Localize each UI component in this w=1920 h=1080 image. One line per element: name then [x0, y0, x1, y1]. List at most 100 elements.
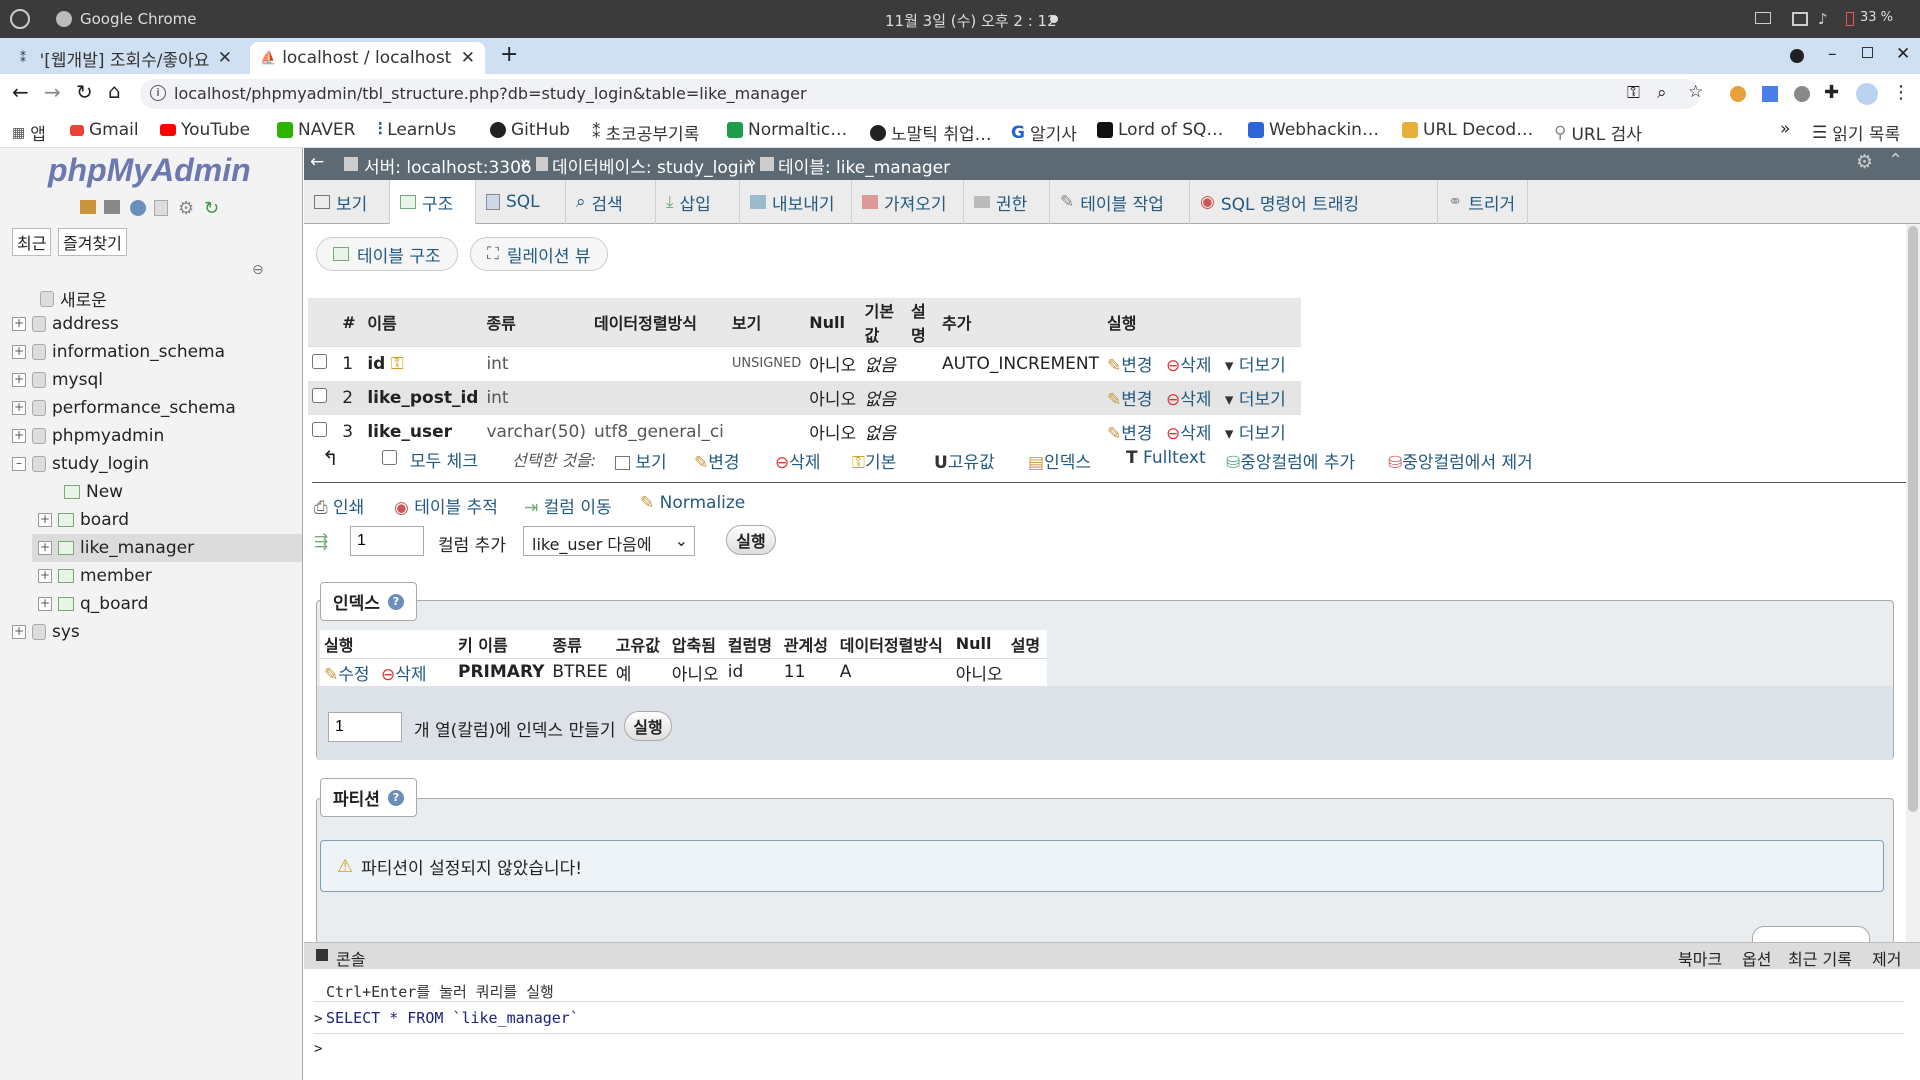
- change-link[interactable]: ✎변경: [1107, 424, 1153, 444]
- bookmark-urldecode[interactable]: URL Decod…: [1402, 120, 1533, 140]
- header-cell[interactable]: 종류: [482, 298, 590, 347]
- header-cell[interactable]: Null: [805, 298, 861, 347]
- bookmark-algisa[interactable]: G 알기사: [1011, 120, 1077, 146]
- add-column-position-select[interactable]: like_user 다음에 ⌄: [523, 526, 695, 556]
- pma-logo[interactable]: phpMyAdmin: [48, 152, 251, 189]
- extension-globe-icon[interactable]: [1794, 86, 1810, 102]
- bulk-unique[interactable]: U고유값: [934, 448, 995, 473]
- close-icon[interactable]: ✕: [218, 48, 232, 68]
- window-icon[interactable]: [1792, 12, 1808, 26]
- tab-sql[interactable]: SQL: [476, 180, 566, 224]
- tab-triggers[interactable]: ⚭ 트리거: [1438, 180, 1528, 224]
- print-link[interactable]: ⎙ 인쇄: [314, 493, 364, 518]
- volume-icon[interactable]: ♪: [1818, 10, 1828, 28]
- bookmark-youtube[interactable]: YouTube: [160, 120, 250, 140]
- more-link[interactable]: ▾ 더보기: [1225, 356, 1286, 376]
- home-icon[interactable]: [80, 200, 96, 214]
- tab-export[interactable]: 내보내기: [740, 180, 852, 224]
- tree-table-like-manager[interactable]: + like_manager: [38, 538, 194, 558]
- star-icon[interactable]: ☆: [1688, 82, 1703, 102]
- tree-db-mysql[interactable]: + mysql: [12, 370, 103, 390]
- header-cell[interactable]: 이름: [363, 298, 483, 347]
- key-icon[interactable]: ⚿: [1627, 83, 1640, 103]
- check-all-checkbox[interactable]: [382, 450, 397, 470]
- console-options[interactable]: 옵션: [1742, 946, 1771, 970]
- close-icon[interactable]: ✕: [461, 48, 475, 68]
- extension-cookie-icon[interactable]: [1730, 86, 1746, 102]
- collapse-nav-icon[interactable]: ←: [310, 152, 324, 172]
- forward-icon[interactable]: →: [44, 80, 61, 104]
- tree-db-address[interactable]: + address: [12, 314, 119, 334]
- header-cell[interactable]: 추가: [938, 298, 1104, 347]
- console-query[interactable]: SELECT * FROM `like_manager`: [326, 1009, 579, 1027]
- help-icon[interactable]: [130, 200, 146, 216]
- bookmark-urlcheck[interactable]: ⚲ URL 검사: [1554, 120, 1642, 146]
- expand-icon[interactable]: +: [38, 513, 52, 527]
- expand-icon[interactable]: +: [12, 317, 26, 331]
- change-link[interactable]: ✎변경: [1107, 356, 1153, 376]
- bookmark-webhacking[interactable]: Webhackin…: [1248, 120, 1379, 140]
- restore-icon[interactable]: [1862, 47, 1873, 58]
- reload-nav-icon[interactable]: ↻: [204, 198, 219, 219]
- tree-table-q-board[interactable]: + q_board: [38, 594, 148, 614]
- more-link[interactable]: ▾ 더보기: [1225, 424, 1286, 444]
- tab-tracking[interactable]: ◉ SQL 명령어 트래킹: [1190, 180, 1438, 224]
- subtab-relation-view[interactable]: ⛶ 릴레이션 뷰: [470, 237, 608, 271]
- tree-db-performance-schema[interactable]: + performance_schema: [12, 398, 236, 418]
- link-icon[interactable]: ⊖: [252, 262, 264, 278]
- browser-tab-1[interactable]: ⁑ '[웹개발] 조회수/좋아요 ✕: [10, 42, 242, 74]
- tree-db-sys[interactable]: + sys: [12, 622, 80, 642]
- zoom-icon[interactable]: ⌕: [1657, 83, 1667, 103]
- settings-icon[interactable]: ⚙: [178, 198, 194, 219]
- bulk-primary[interactable]: ⚿기본: [852, 448, 896, 473]
- header-cell[interactable]: 보기: [727, 298, 806, 347]
- track-table-link[interactable]: ◉ 테이블 추적: [394, 493, 498, 518]
- add-column-count-input[interactable]: [350, 526, 424, 556]
- normalize-link[interactable]: ✎ Normalize: [640, 493, 745, 513]
- expand-icon[interactable]: +: [38, 541, 52, 555]
- breadcrumb-server[interactable]: 서버: localhost:3306: [364, 153, 532, 178]
- drop-link[interactable]: ⊖삭제: [1166, 356, 1212, 376]
- tree-new[interactable]: 새로운: [16, 286, 107, 311]
- bookmark-normaltic[interactable]: Normaltic…: [727, 120, 847, 140]
- bookmark-choco[interactable]: ⁑ 초코공부기록: [592, 120, 699, 146]
- tab-search[interactable]: ⌕ 검색: [566, 180, 656, 224]
- tab-search-icon[interactable]: [1790, 49, 1804, 63]
- console-bookmarks[interactable]: 북마크: [1678, 946, 1722, 970]
- tab-insert[interactable]: ⤓ 삽입: [656, 180, 740, 224]
- tree-db-phpmyadmin[interactable]: + phpmyadmin: [12, 426, 164, 446]
- tab-import[interactable]: 가져오기: [852, 180, 964, 224]
- move-columns-link[interactable]: ⇥ 컬럼 이동: [524, 493, 612, 518]
- close-window-icon[interactable]: ✕: [1896, 44, 1910, 64]
- tab-privileges[interactable]: 권한: [964, 180, 1050, 224]
- extension-translate-icon[interactable]: [1762, 86, 1778, 102]
- keyboard-icon[interactable]: [1755, 12, 1771, 24]
- header-cell[interactable]: 데이터정렬방식: [589, 298, 728, 347]
- bulk-fulltext[interactable]: T Fulltext: [1126, 448, 1206, 468]
- row-checkbox[interactable]: [308, 381, 338, 415]
- header-cell[interactable]: 설명: [907, 298, 938, 347]
- tree-table-board[interactable]: + board: [38, 510, 129, 530]
- new-tab-button[interactable]: +: [500, 42, 518, 67]
- bookmark-lordofsql[interactable]: Lord of SQ…: [1097, 120, 1223, 140]
- header-cell[interactable]: 기본값: [860, 298, 908, 347]
- console-header[interactable]: 콘솔 북마크 옵션 최근 기록 제거: [304, 943, 1920, 969]
- bookmark-apps[interactable]: ▦ 앱: [12, 120, 46, 146]
- help-icon[interactable]: ?: [387, 789, 404, 806]
- scrollbar-thumb[interactable]: [1908, 226, 1918, 812]
- recent-tab[interactable]: 최근: [12, 228, 52, 256]
- index-count-input[interactable]: [328, 712, 402, 742]
- bulk-remove-central[interactable]: ⛁중앙컬럼에서 제거: [1388, 448, 1533, 473]
- row-checkbox[interactable]: [308, 347, 338, 381]
- os-app-name[interactable]: Google Chrome: [80, 10, 197, 28]
- collapse-icon[interactable]: –: [12, 457, 26, 471]
- home-icon[interactable]: ⌂: [108, 79, 121, 103]
- avatar[interactable]: [1856, 83, 1878, 105]
- collapse-top-icon[interactable]: ⌃: [1888, 150, 1903, 171]
- row-checkbox[interactable]: [308, 415, 338, 449]
- tab-operations[interactable]: ✎ 테이블 작업: [1050, 180, 1190, 224]
- add-column-go-button[interactable]: 실행: [726, 525, 776, 555]
- expand-icon[interactable]: +: [38, 597, 52, 611]
- bookmark-gmail[interactable]: Gmail: [70, 120, 139, 140]
- puzzle-icon[interactable]: ✚: [1824, 82, 1839, 103]
